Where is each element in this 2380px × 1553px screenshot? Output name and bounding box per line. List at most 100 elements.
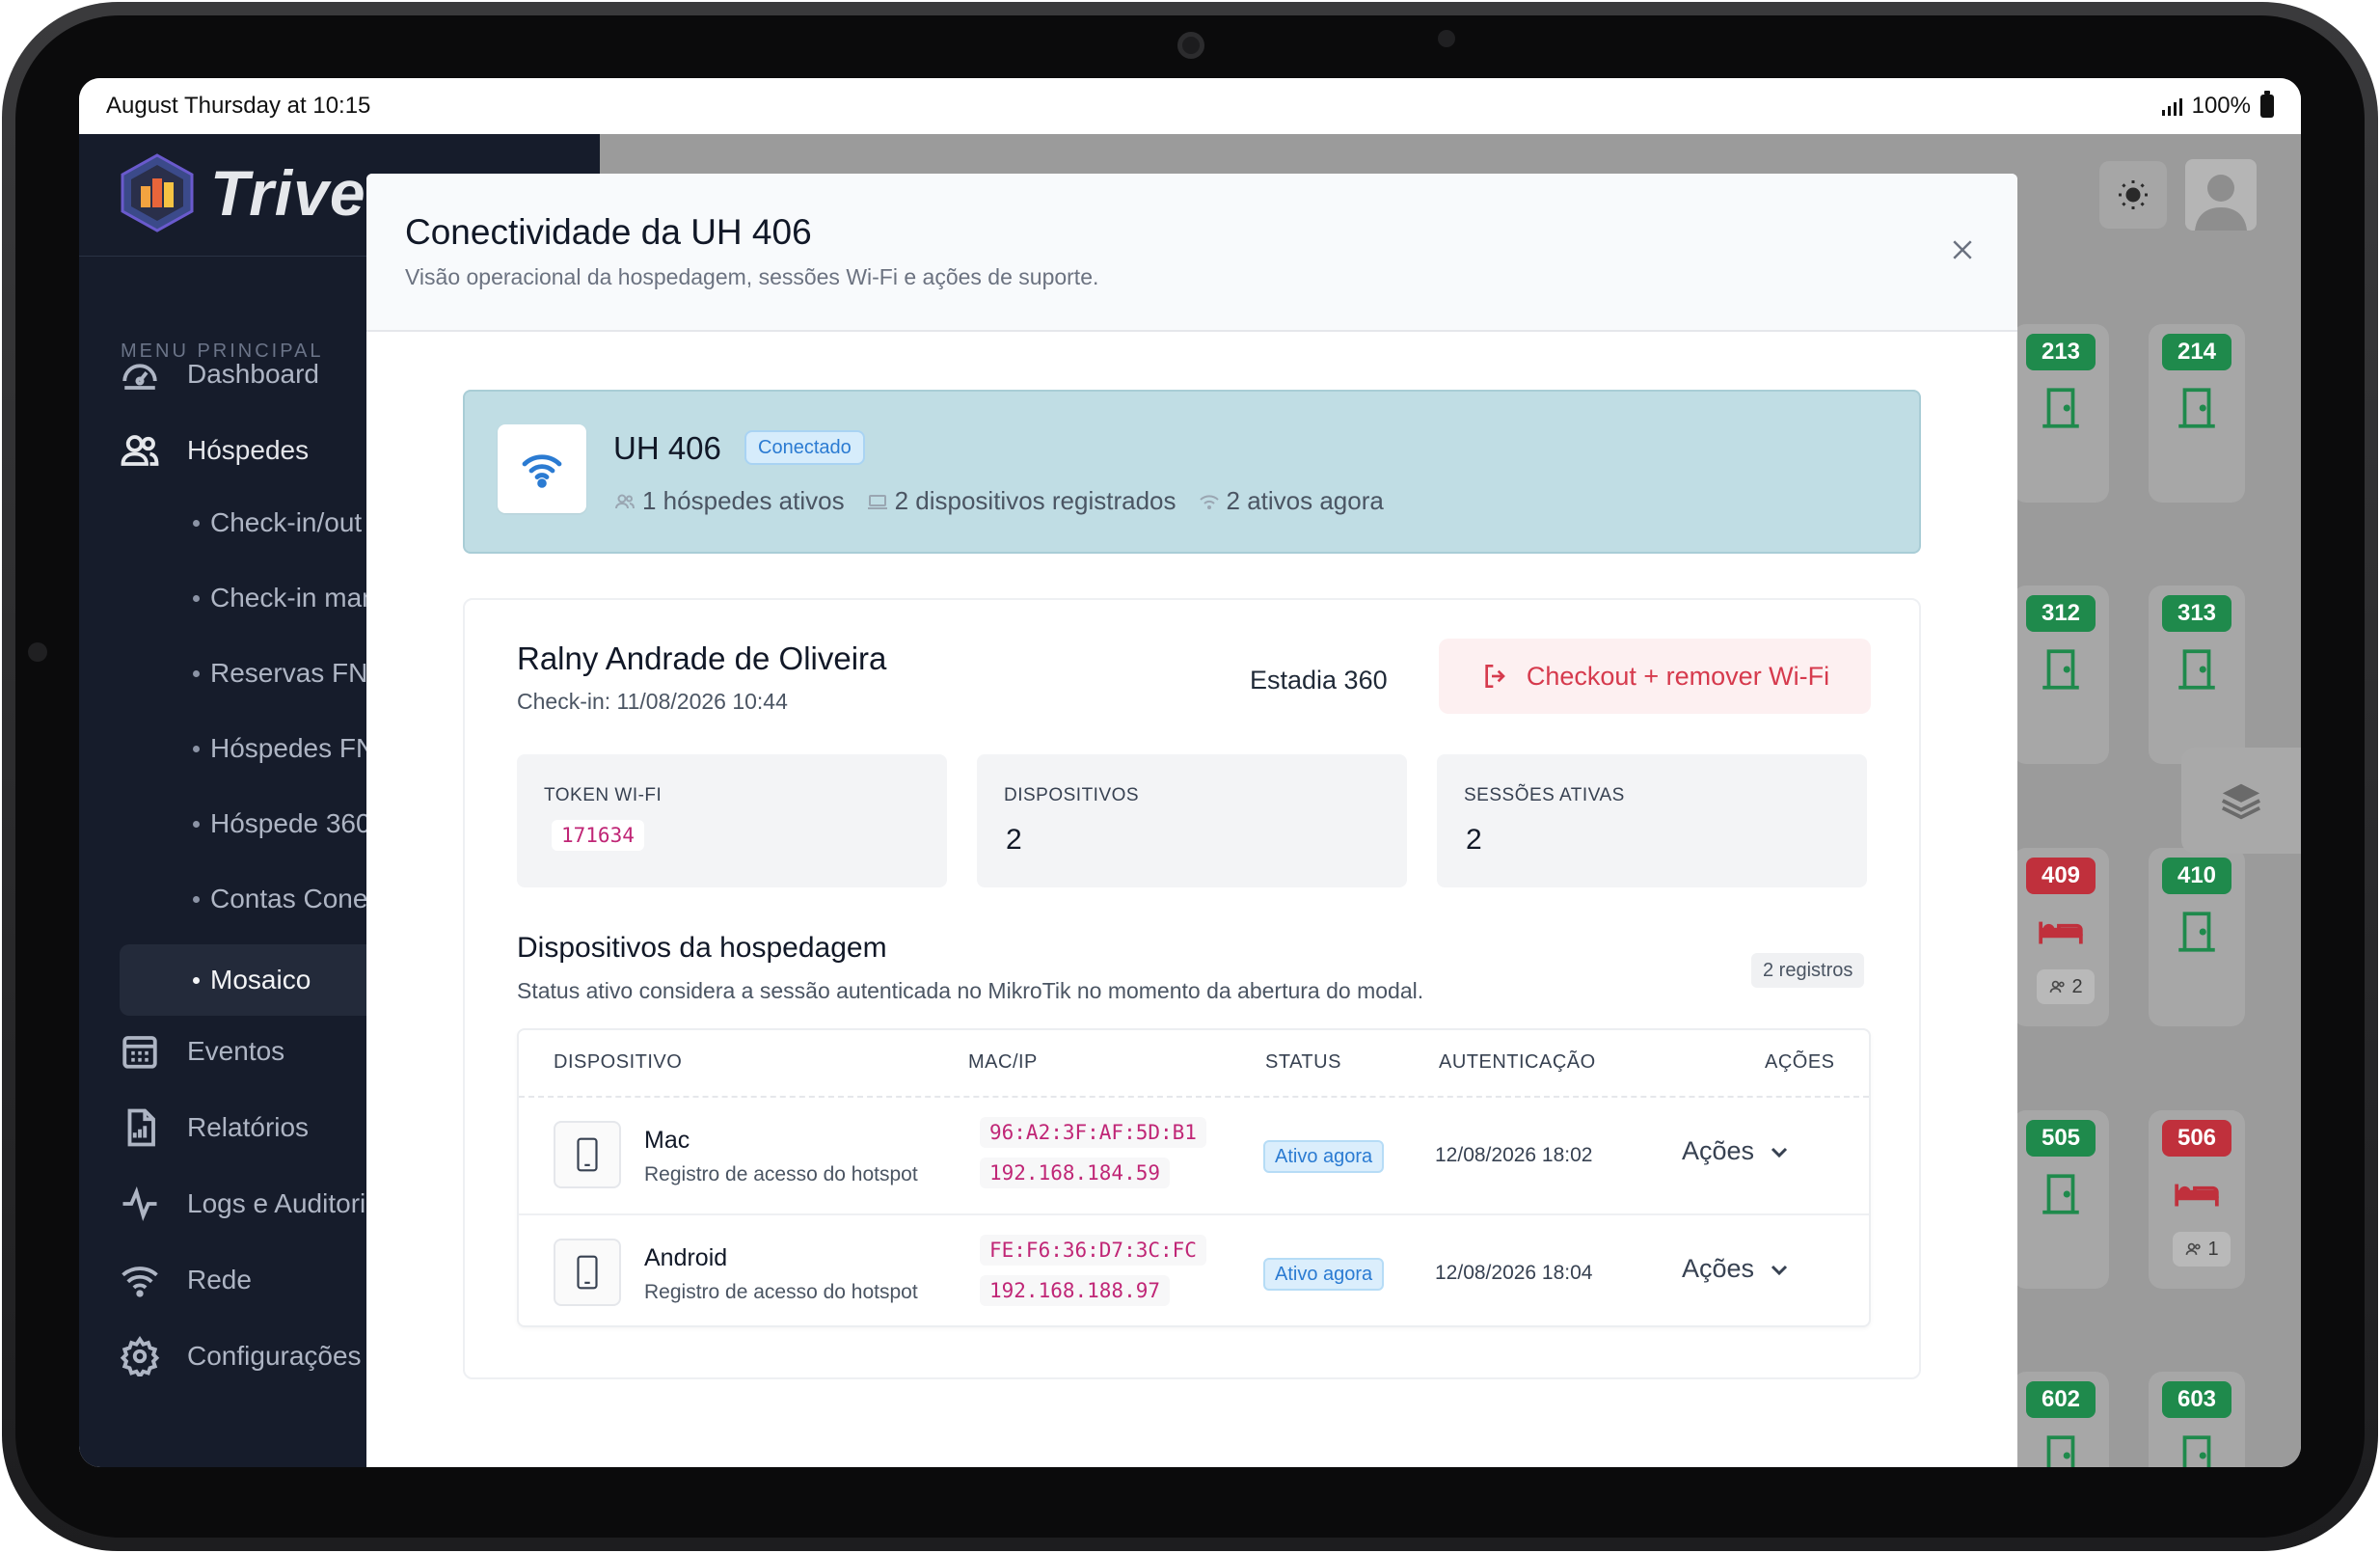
brand-logo[interactable]: Trivec [116,151,402,234]
battery-icon [2260,91,2274,118]
wifi-icon-box [498,424,586,513]
logout-icon [1485,665,1505,688]
room-status-banner: UH 406 Conectado 1 hóspedes ativos 2 dis… [463,390,1921,554]
checkout-remove-wifi-button[interactable]: Checkout + remover Wi-Fi [1439,639,1871,714]
wifi-icon [122,1267,158,1297]
wifi-small-icon [1199,494,1219,509]
table-row: Mac Registro de acesso do hotspot 96:A2:… [519,1098,1869,1213]
room-number-badge: 214 [2162,334,2231,370]
bed-icon [2039,921,2083,944]
modal-title: Conectividade da UH 406 [405,212,812,252]
device-icon-box [554,1239,621,1306]
column-header-mac-ip: MAC/IP [968,1051,1038,1073]
stat-label: TOKEN WI-FI [544,785,663,805]
smartphone-icon [577,1255,598,1290]
room-meta: 1 hóspedes ativos 2 dispositivos registr… [613,486,1384,516]
devices-count-badge: 2 registros [1751,953,1865,988]
registered-devices-meta: 2 dispositivos registrados [866,486,1176,516]
room-number-badge: 603 [2162,1381,2231,1418]
active-guests-meta: 1 hóspedes ativos [613,486,845,516]
stat-value: 2 [1466,824,1482,856]
close-icon[interactable] [1948,235,1977,264]
light-sensor [1438,30,1455,47]
brand-logo-icon [121,153,194,232]
front-camera [1177,32,1204,59]
device-actions-dropdown[interactable]: Ações [1682,1254,1791,1284]
room-card-214[interactable]: 214 [2149,324,2245,503]
users-icon [615,494,635,508]
bullet-icon [193,519,200,527]
guest-count-value: 1 [2207,1238,2219,1260]
report-icon [127,1108,155,1147]
room-number-badge: 313 [2162,595,2231,632]
signal-icon [2161,96,2182,116]
users-icon [121,435,159,466]
modal-header: Conectividade da UH 406 Visão operaciona… [366,174,2017,332]
room-card-213[interactable]: 213 [2013,324,2109,503]
stat-label: SESSÕES ATIVAS [1464,785,1625,805]
gauge-icon [122,364,157,390]
device-description: Registro de acesso do hotspot [644,1281,918,1303]
room-card-410[interactable]: 410 [2149,848,2245,1026]
checkout-button-label: Checkout + remover Wi-Fi [1526,661,1830,691]
layers-button[interactable] [2181,748,2301,854]
stay-id: Estadia 360 [1250,666,1388,695]
avatar-icon [2195,175,2247,231]
nav-label-configuracoes: Configurações [187,1341,362,1371]
active-now-meta: 2 ativos agora [1198,486,1384,516]
room-card-409[interactable]: 409 2 [2013,848,2109,1026]
nav-label-hospedes: Hóspedes [187,435,310,465]
modal-subtitle: Visão operacional da hospedagem, sessões… [405,264,1099,289]
chevron-down-icon [1771,1147,1788,1158]
table-header: DISPOSITIVO MAC/IP STATUS AUTENTICAÇÃO A… [519,1030,1869,1098]
layers-icon [2221,783,2261,820]
room-number-badge: 409 [2026,858,2096,894]
stat-label: DISPOSITIVOS [1004,785,1140,805]
room-card-313[interactable]: 313 [2149,586,2245,764]
column-header-status: STATUS [1265,1051,1341,1073]
gear-icon [120,1336,160,1376]
checkin-date: Check-in: 11/08/2026 10:44 [517,689,788,714]
room-card-602[interactable]: 602 [2013,1372,2109,1467]
devices-icon [867,494,887,509]
room-card-603[interactable]: 603 [2149,1372,2245,1467]
guest-count-value: 2 [2071,975,2083,997]
room-guest-count: 2 [2037,969,2095,1004]
nav-label-dashboard: Dashboard [187,359,319,389]
chevron-down-icon [1771,1265,1788,1275]
sub-item-label: Mosaico [210,965,311,994]
bed-icon [2175,1184,2219,1207]
token-value: 171634 [552,820,644,851]
device-icon-box [554,1121,621,1188]
active-now-text: 2 ativos agora [1226,486,1384,515]
registered-devices-text: 2 dispositivos registrados [894,486,1176,515]
room-number-badge: 410 [2162,858,2231,894]
devices-section-title: Dispositivos da hospedagem [517,932,887,964]
users-icon [2050,980,2066,993]
door-icon [2178,912,2215,952]
door-icon [2046,1435,2075,1467]
bullet-icon [193,895,200,903]
device-ip: 192.168.188.97 [980,1275,1171,1306]
bullet-icon [193,594,200,602]
guest-name: Ralny Andrade de Oliveira [517,640,887,676]
status-time: August Thursday at 10:15 [106,93,371,119]
device-auth-time: 12/08/2026 18:02 [1435,1144,1593,1166]
stay-card: Ralny Andrade de Oliveira Check-in: 11/0… [463,598,1921,1379]
bullet-icon [193,820,200,828]
user-avatar-button[interactable] [2185,159,2257,231]
room-card-312[interactable]: 312 [2013,586,2109,764]
device-description: Registro de acesso do hotspot [644,1163,918,1185]
room-guest-count: 1 [2173,1232,2231,1267]
stat-token-wifi: TOKEN WI-FI 171634 [517,754,947,887]
room-card-505[interactable]: 505 [2013,1110,2109,1289]
bullet-icon [193,976,200,984]
room-card-506[interactable]: 506 1 [2149,1110,2245,1289]
nav-label-logs: Logs e Auditoria [187,1188,381,1218]
theme-toggle-button[interactable] [2099,161,2167,229]
room-number-badge: 602 [2026,1381,2096,1418]
door-icon [2042,1174,2079,1214]
sun-icon [2119,180,2148,209]
device-actions-dropdown[interactable]: Ações [1682,1136,1791,1166]
door-icon [2042,649,2079,690]
